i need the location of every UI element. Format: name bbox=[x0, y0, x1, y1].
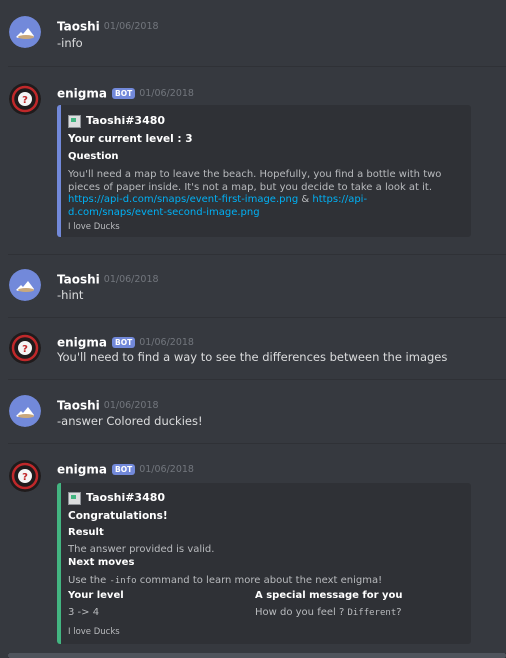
message-taoshi-2: Taoshi 01/06/2018 -hint bbox=[0, 254, 506, 317]
field-level-name: Your level bbox=[68, 590, 124, 601]
message-text: -info bbox=[57, 36, 83, 50]
username[interactable]: enigma bbox=[57, 463, 107, 477]
inline-code: -info bbox=[109, 576, 137, 586]
svg-text:?: ? bbox=[22, 472, 28, 483]
bot-badge: BOT bbox=[112, 464, 136, 475]
bot-badge: BOT bbox=[112, 88, 136, 99]
embed-footer: I love Ducks bbox=[68, 222, 120, 232]
message-enigma-3: ? enigma BOT 01/06/2018 Taoshi#3480 Congra… bbox=[0, 443, 506, 653]
field-next-value: Use the -info command to learn more abou… bbox=[68, 575, 383, 586]
embed-congratulations: Taoshi#3480 Congratulations! Result The … bbox=[57, 483, 471, 644]
message-text: -answer Colored duckies! bbox=[57, 414, 203, 428]
broken-image-icon bbox=[68, 114, 81, 128]
embed-level: Taoshi#3480 Your current level : 3 Quest… bbox=[57, 105, 471, 237]
username[interactable]: Taoshi bbox=[57, 399, 100, 413]
message-text: You'll need to find a way to see the dif… bbox=[57, 350, 448, 364]
taoshi-avatar[interactable] bbox=[9, 269, 41, 301]
timestamp: 01/06/2018 bbox=[103, 21, 159, 32]
embed-field-name: Question bbox=[68, 151, 119, 162]
embed-author: Taoshi#3480 bbox=[68, 491, 165, 505]
message-enigma-2: ? enigma BOT 01/06/2018 You'll need to fin… bbox=[0, 317, 506, 379]
message-taoshi-1: Taoshi 01/06/2018 -info bbox=[0, 0, 506, 66]
timestamp: 01/06/2018 bbox=[139, 88, 194, 99]
inline-code: Different bbox=[347, 608, 397, 618]
enigma-avatar[interactable]: ? bbox=[9, 332, 41, 364]
field-next-name: Next moves bbox=[68, 557, 135, 568]
message-text: -hint bbox=[57, 288, 84, 302]
username[interactable]: enigma bbox=[57, 336, 107, 350]
embed-author: Taoshi#3480 bbox=[68, 114, 165, 128]
broken-image-icon bbox=[68, 491, 81, 505]
timestamp: 01/06/2018 bbox=[103, 400, 159, 411]
field-special-value: How do you feel ? Different? bbox=[255, 607, 402, 618]
embed-title: Your current level : 3 bbox=[68, 133, 193, 145]
embed-color-bar bbox=[57, 105, 61, 237]
embed-footer: I love Ducks bbox=[68, 627, 120, 637]
image-link-1[interactable]: https://api-d.com/snaps/event-first-imag… bbox=[68, 194, 298, 205]
enigma-avatar[interactable]: ? bbox=[9, 83, 41, 115]
enigma-avatar[interactable]: ? bbox=[9, 460, 41, 492]
field-result-value: The answer provided is valid. bbox=[68, 544, 215, 555]
timestamp: 01/06/2018 bbox=[103, 274, 159, 285]
embed-description: You'll need a map to leave the beach. Ho… bbox=[68, 169, 442, 218]
timestamp: 01/06/2018 bbox=[139, 337, 194, 348]
field-result-name: Result bbox=[68, 527, 104, 538]
username[interactable]: Taoshi bbox=[57, 273, 100, 287]
field-special-name: A special message for you bbox=[255, 590, 403, 601]
bot-badge: BOT bbox=[112, 337, 136, 348]
svg-text:?: ? bbox=[22, 95, 28, 106]
taoshi-avatar[interactable] bbox=[9, 395, 41, 427]
embed-color-bar bbox=[57, 483, 61, 644]
embed-title: Congratulations! bbox=[68, 510, 168, 522]
field-level-value: 3 -> 4 bbox=[68, 607, 100, 618]
username[interactable]: Taoshi bbox=[57, 20, 100, 34]
message-taoshi-3: Taoshi 01/06/2018 -answer Colored duckies… bbox=[0, 379, 506, 443]
svg-text:?: ? bbox=[22, 344, 28, 355]
horizontal-scrollbar[interactable] bbox=[8, 653, 506, 658]
scrollbar-thumb[interactable] bbox=[8, 653, 506, 658]
taoshi-avatar[interactable] bbox=[9, 16, 41, 48]
message-enigma-1: ? enigma BOT 01/06/2018 Taoshi#3480 Your c… bbox=[0, 66, 506, 254]
timestamp: 01/06/2018 bbox=[139, 464, 194, 475]
username[interactable]: enigma bbox=[57, 87, 107, 101]
